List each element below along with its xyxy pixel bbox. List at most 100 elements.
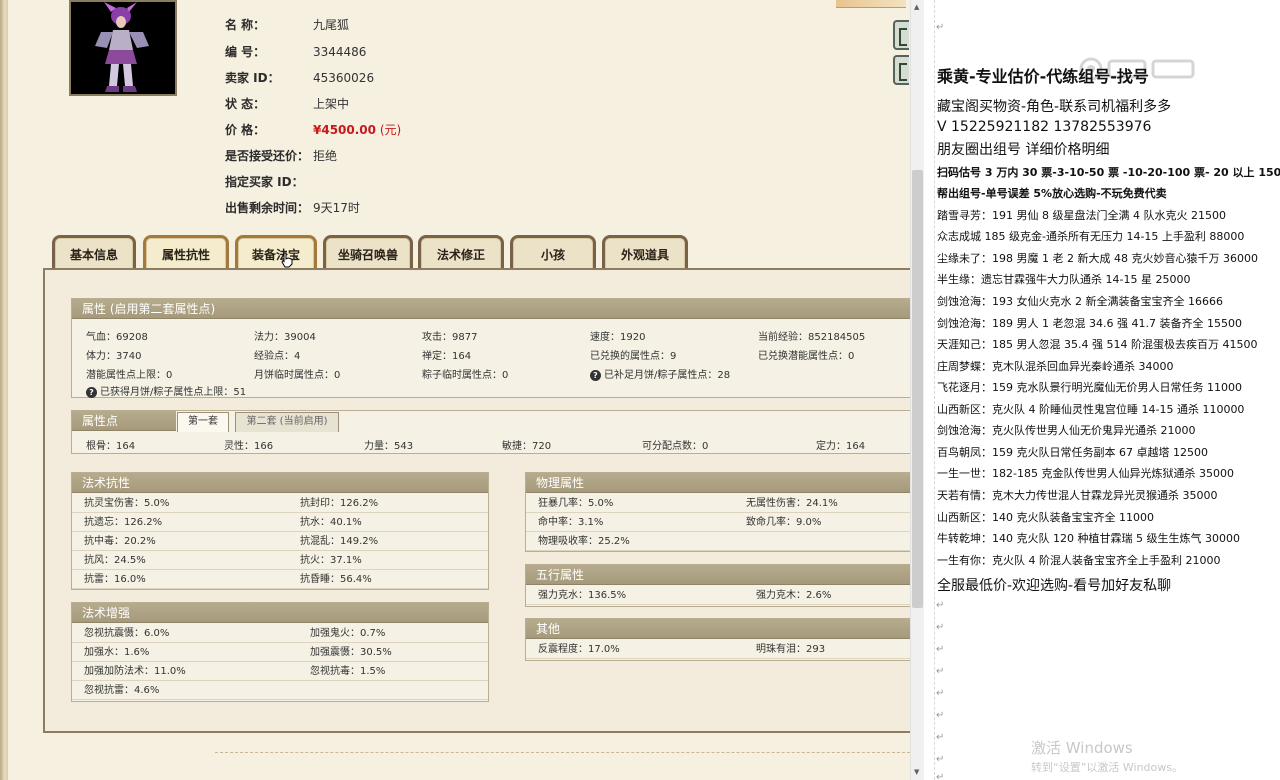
resist-cell: 抗中毒：20.2%: [72, 532, 288, 551]
enhance-cell: 加强水：1.6%: [72, 643, 298, 662]
doc-line: 朋友圈出组号 详细价格明细: [937, 142, 1110, 158]
physical-section: 物理属性 狂暴几率：5.0% 无属性伤害：24.1% 命中率：3.1% 致命几率：9.…: [525, 472, 910, 552]
character-portrait: [69, 0, 177, 96]
info-bargain-label: 是否接受还价：: [225, 149, 310, 163]
mooncake-limit-note: ? 已获得月饼/粽子属性点上限：51: [86, 383, 246, 398]
doc-line: V 15225921182 13782553976: [937, 119, 1152, 135]
paragraph-mark-icon: ↵: [936, 688, 945, 699]
attr-cell-text: 已补足月饼/粽子属性点：28: [604, 370, 731, 381]
resist-cell: 抗灵宝伤害：5.0%: [72, 494, 288, 513]
info-status-value: 上架中: [313, 97, 350, 111]
paragraph-mark-icon: ↵: [936, 754, 945, 765]
info-seller-row: 卖家 ID： 45360026: [225, 69, 374, 87]
tab-basic-info[interactable]: 基本信息: [52, 235, 136, 271]
physical-cell: 命中率：3.1%: [526, 513, 734, 532]
activation-watermark-title: 激活 Windows: [1031, 739, 1133, 757]
attributes-section: 属性 (启用第二套属性点) 气血：69208 法力：39004 攻击：9877 速度：…: [71, 298, 910, 398]
scroll-thumb[interactable]: [912, 170, 923, 608]
subtab-set-one[interactable]: 第一套: [177, 412, 229, 432]
doc-line: 剑蚀沧海：克火队传世男人仙无价鬼异光通杀 21000: [937, 424, 1196, 437]
info-id-label: 编 号：: [225, 45, 266, 59]
info-bargain-row: 是否接受还价： 拒绝: [225, 147, 337, 165]
attr-cell: 体力：3740: [86, 351, 142, 362]
resist-section: 法术抗性 抗灵宝伤害：5.0% 抗封印：126.2% 抗遗忘：126.2% 抗水：40…: [71, 472, 489, 590]
doc-line: 百鸟朝凤：159 克火队日常任务副本 67 卓越塔 12500: [937, 446, 1208, 459]
tab-spell-mod[interactable]: 法术修正: [418, 235, 504, 271]
subtab-set-two[interactable]: 第二套 (当前启用): [235, 412, 339, 432]
top-link-banner[interactable]: [836, 0, 906, 8]
doc-line: 山西新区：140 克火队装备宝宝齐全 11000: [937, 511, 1154, 524]
doc-line: 飞花逐月：159 克水队景行明光魔仙无价男人日常任务 11000: [937, 381, 1242, 394]
info-price-row: 价 格： ¥4500.00 (元): [225, 121, 401, 139]
physical-cell: 无属性伤害：24.1%: [734, 494, 910, 513]
paragraph-mark-icon: ↵: [936, 732, 945, 743]
wuxing-section: 五行属性 强力克水：136.5% 强力克木：2.6%: [525, 564, 910, 607]
tab-appearance[interactable]: 外观道具: [602, 235, 688, 271]
side-expand-button[interactable]: [893, 55, 909, 85]
attr-cell: ? 已补足月饼/粽子属性点：28: [590, 366, 730, 381]
points-row: 根骨：164 灵性：166 力量：543 敏捷：720 可分配点数：0 定力：1…: [72, 432, 910, 454]
points-section-title: 属性点: [72, 411, 176, 431]
info-price-unit: (元): [379, 123, 402, 137]
attr-cell: 气血：69208: [86, 332, 148, 343]
doc-title: 乘黄-专业估价-代练组号-找号: [937, 67, 1149, 86]
doc-line: 天若有情：克木大力传世混人甘霖龙异光灵猴通杀 35000: [937, 489, 1218, 502]
attr-cell: 攻击：9877: [422, 332, 478, 343]
attr-cell: 经验点：4: [254, 351, 301, 362]
points-cell-1: 灵性：166: [224, 441, 274, 452]
physical-cell: [734, 532, 910, 551]
info-id-value: 3344486: [313, 45, 367, 59]
info-price-value: ¥4500.00: [313, 123, 377, 137]
other-cell: 明珠有泪：293: [744, 640, 910, 659]
resist-cell: 抗封印：126.2%: [288, 494, 488, 513]
info-status-label: 状 态：: [225, 97, 266, 111]
text-document-pane[interactable]: ↵ 乘黄-专业估价-代练组号-找号 藏宝阁买物资-角色-联系司机福利多多 V 15…: [924, 0, 1280, 780]
paragraph-mark-icon: ↵: [936, 666, 945, 677]
attr-cell: 已兑换的属性点：9: [590, 351, 677, 362]
enhance-cell: 加强加防法术：11.0%: [72, 662, 298, 681]
other-section-title: 其他: [526, 619, 910, 639]
info-price-label: 价 格：: [225, 123, 266, 137]
paragraph-mark-icon: ↵: [936, 600, 945, 611]
physical-section-title: 物理属性: [526, 473, 910, 493]
points-cell-3: 敏捷：720: [502, 441, 552, 452]
points-cell-0: 根骨：164: [86, 441, 136, 452]
enhance-cell: 加强鬼火：0.7%: [298, 624, 488, 643]
mooncake-limit-text: 已获得月饼/粽子属性点上限：51: [100, 387, 247, 398]
tab-mounts-pets[interactable]: 坐骑召唤兽: [323, 235, 413, 271]
resist-cell: 抗昏睡：56.4%: [288, 570, 488, 589]
doc-line: 扫码估号 3 万内 30 票-3-10-50 票 -10-20-100 票- 2…: [937, 166, 1280, 179]
doc-line: 藏宝阁买物资-角色-联系司机福利多多: [937, 99, 1172, 115]
doc-line: 半生缘：遗忘甘霖强牛大力队通杀 14-15 星 25000: [937, 273, 1191, 286]
tab-attributes[interactable]: 属性抗性: [143, 235, 229, 271]
doc-line: 牛转乾坤：140 克火队 120 种植甘霖瑞 5 级生生炼气 30000: [937, 532, 1240, 545]
tab-children[interactable]: 小孩: [510, 235, 596, 271]
tab-equipment[interactable]: 装备法宝: [235, 235, 317, 271]
physical-cell: 狂暴几率：5.0%: [526, 494, 734, 513]
info-buyer-row: 指定买家 ID：: [225, 173, 313, 191]
attr-cell: 禅定：164: [422, 351, 472, 362]
scroll-down-arrow-icon[interactable]: ▼: [914, 768, 919, 776]
physical-cell: 物理吸收率：25.2%: [526, 532, 734, 551]
attr-cell: 已兑换潜能属性点：0: [758, 351, 855, 362]
info-time-label: 出售剩余时间：: [225, 201, 310, 215]
resist-cell: 抗风：24.5%: [72, 551, 288, 570]
points-cell-2: 力量：543: [364, 441, 414, 452]
doc-line: 众志成城 185 级克金-通杀所有无压力 14-15 上手盈利 88000: [937, 230, 1245, 243]
doc-line: 山西新区：克火队 4 阶睡仙灵性鬼宫位睡 14-15 通杀 110000: [937, 403, 1245, 416]
scroll-up-arrow-icon[interactable]: ▲: [914, 3, 919, 11]
side-collapse-button[interactable]: [893, 20, 909, 50]
resist-cell: 抗水：40.1%: [288, 513, 488, 532]
other-cell: 反震程度：17.0%: [526, 640, 744, 659]
doc-line: 帮出组号-单号误差 5%放心选购-不玩免费代卖: [937, 187, 1167, 200]
wuxing-section-title: 五行属性: [526, 565, 910, 585]
doc-line: 剑蚀沧海：193 女仙火克水 2 新全满装备宝宝齐全 16666: [937, 295, 1223, 308]
info-buyer-label: 指定买家 ID：: [225, 175, 304, 189]
attributes-section-title: 属性 (启用第二套属性点): [72, 299, 910, 319]
paragraph-mark-icon: ↵: [936, 22, 945, 33]
info-seller-label: 卖家 ID：: [225, 71, 280, 85]
info-id-row: 编 号： 3344486: [225, 43, 366, 61]
paragraph-mark-icon: ↵: [936, 772, 945, 780]
vertical-scrollbar[interactable]: ▲ ▼: [910, 0, 924, 780]
doc-line: 全服最低价-欢迎选购-看号加好友私聊: [937, 578, 1172, 594]
